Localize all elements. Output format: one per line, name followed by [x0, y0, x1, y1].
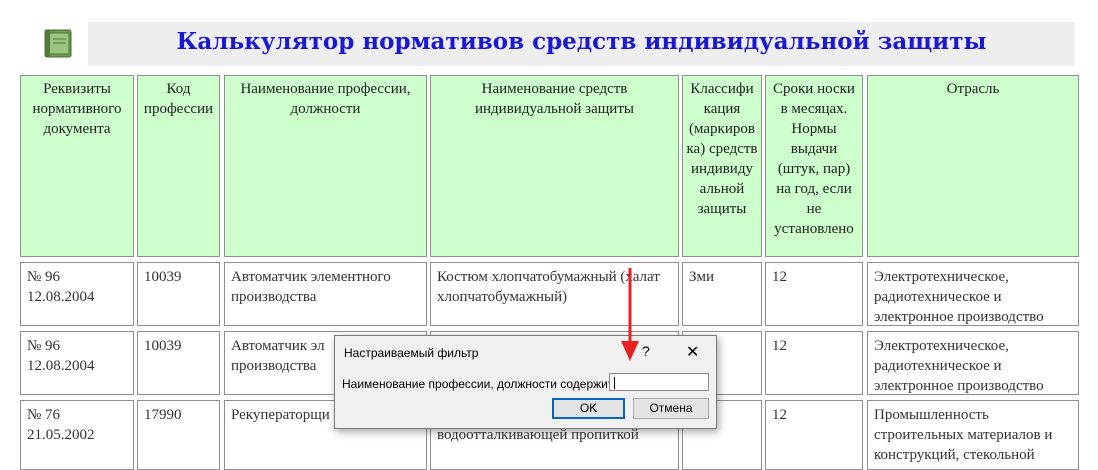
annotation-arrow-icon — [621, 268, 639, 361]
